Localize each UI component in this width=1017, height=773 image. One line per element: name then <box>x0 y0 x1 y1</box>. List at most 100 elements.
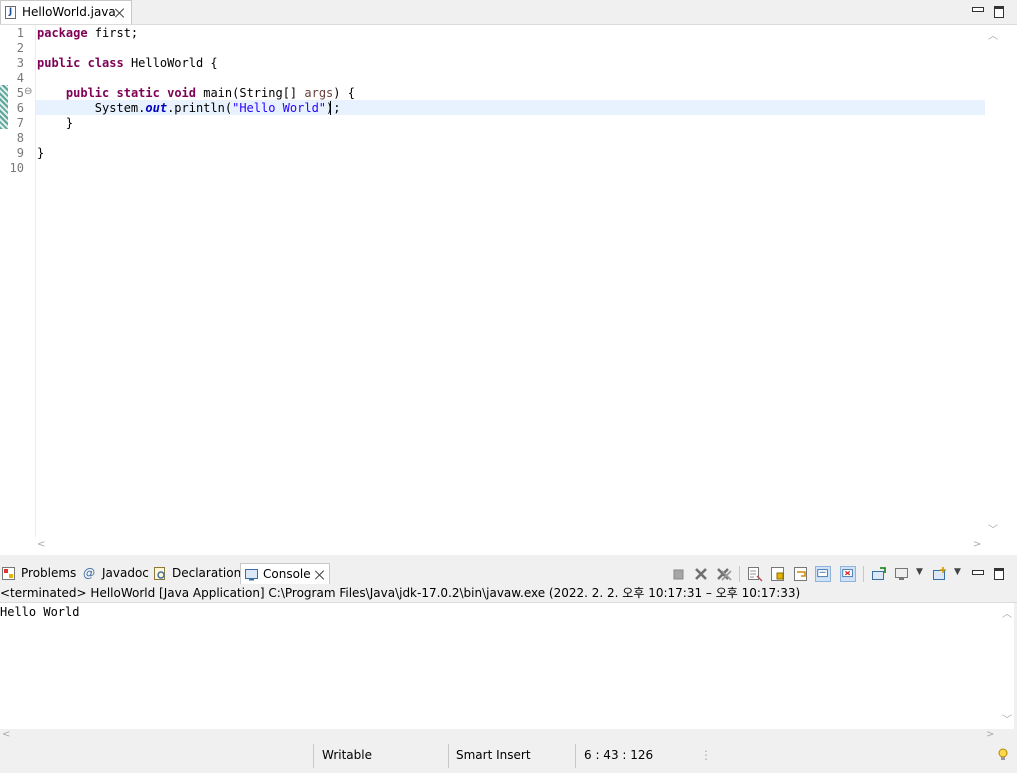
tab-javadoc-label: Javadoc <box>102 566 149 580</box>
toolbar-separator <box>739 566 740 582</box>
console-output-area[interactable]: Hello World <box>0 603 1000 729</box>
maximize-editor-icon[interactable] <box>994 6 1004 18</box>
minimize-editor-icon[interactable] <box>972 7 984 12</box>
code-editor[interactable]: 1 2 3 4 5 6 7 8 9 10 ⊖ package first; public class … <box>0 25 1017 555</box>
code-token: ) { <box>333 86 355 100</box>
chevron-down-icon[interactable]: ▼ <box>954 567 961 577</box>
scroll-lock-icon[interactable] <box>770 566 786 582</box>
scroll-right-icon[interactable]: > <box>986 729 994 740</box>
problems-icon <box>2 567 15 580</box>
remove-all-terminated-icon[interactable] <box>716 566 732 582</box>
maximize-view-icon[interactable] <box>994 568 1004 580</box>
line-number: 2 <box>16 41 24 55</box>
code-token: System. <box>37 101 146 115</box>
tab-javadoc[interactable]: @ Javadoc <box>83 563 151 584</box>
declaration-icon <box>154 567 165 580</box>
code-token: package <box>37 26 88 40</box>
code-token: ); <box>326 101 341 115</box>
status-cursor-position[interactable]: 6 : 43 : 126 <box>584 748 653 762</box>
code-token: class <box>87 56 124 70</box>
change-ruler <box>0 85 8 129</box>
scroll-right-icon[interactable]: > <box>973 539 981 550</box>
editor-horizontal-scrollbar[interactable]: < > <box>35 539 986 553</box>
editor-tab-helloworld[interactable]: J HelloWorld.java <box>0 0 132 24</box>
scroll-left-icon[interactable]: < <box>2 729 10 740</box>
console-output-text: Hello World <box>0 605 80 619</box>
tab-problems[interactable]: Problems <box>2 563 80 584</box>
open-console-icon[interactable] <box>932 566 948 582</box>
code-token: first; <box>87 26 139 40</box>
status-insert-mode[interactable]: Smart Insert <box>456 748 531 762</box>
line-number: 10 <box>9 161 24 175</box>
code-token: .println( <box>167 101 233 115</box>
lightbulb-icon[interactable] <box>998 748 1008 762</box>
tab-declaration[interactable]: Declaration <box>153 563 241 584</box>
close-icon[interactable] <box>115 8 125 18</box>
scroll-down-icon[interactable]: ﹀ <box>988 521 998 536</box>
editor-tab-bar: J HelloWorld.java <box>0 0 1017 25</box>
scroll-up-icon[interactable]: ︿ <box>988 27 998 42</box>
code-line: System.out.println("Hello World"); <box>37 101 341 116</box>
status-writable: Writable <box>322 748 372 762</box>
status-separator <box>313 744 314 768</box>
clear-console-icon[interactable] <box>747 566 763 582</box>
chevron-down-icon[interactable]: ▼ <box>916 567 923 577</box>
code-text-area[interactable]: package first; public class HelloWorld { … <box>35 25 986 537</box>
scroll-left-icon[interactable]: < <box>37 539 45 550</box>
code-token: args <box>304 86 334 100</box>
tab-console[interactable]: Console <box>240 563 330 584</box>
scroll-down-icon[interactable]: ﹀ <box>1002 711 1012 726</box>
code-line: public static void main(String[] args) { <box>37 86 355 101</box>
code-token: public <box>65 86 110 100</box>
line-number: 9 <box>16 146 24 160</box>
code-line: } <box>37 116 73 131</box>
line-number: 7 <box>16 116 24 130</box>
show-console-on-stdout-icon[interactable] <box>815 566 831 582</box>
code-token: } <box>37 116 74 130</box>
word-wrap-icon[interactable] <box>793 566 809 582</box>
display-selected-console-icon[interactable] <box>894 566 910 582</box>
console-horizontal-scrollbar[interactable]: < > <box>0 729 1000 742</box>
terminate-icon[interactable] <box>671 566 687 582</box>
console-icon <box>245 569 258 581</box>
editor-vertical-scrollbar[interactable]: ︿ ﹀ <box>986 25 1000 540</box>
line-number: 8 <box>16 131 24 145</box>
code-line: package first; <box>37 26 138 41</box>
toolbar-separator <box>863 566 864 582</box>
tab-problems-label: Problems <box>21 566 77 580</box>
editor-tab-label: HelloWorld.java <box>22 5 116 19</box>
java-file-icon: J <box>5 6 16 19</box>
close-icon[interactable] <box>315 570 325 580</box>
status-bar: Writable Smart Insert 6 : 43 : 126 ⋮ <box>0 742 1017 773</box>
line-number: 5 <box>16 86 24 100</box>
show-console-on-stderr-icon[interactable] <box>840 566 856 582</box>
tab-console-label: Console <box>263 567 311 581</box>
code-token: HelloWorld { <box>123 56 218 70</box>
code-line: } <box>37 146 44 161</box>
code-token: "Hello World" <box>232 101 327 115</box>
code-token: main(String[] <box>196 86 305 100</box>
remove-launch-icon[interactable] <box>693 566 709 582</box>
code-token: } <box>37 146 45 160</box>
code-token: out <box>145 101 168 115</box>
minimize-view-icon[interactable] <box>972 570 984 575</box>
fold-collapse-icon[interactable]: ⊖ <box>24 86 32 97</box>
line-number: 6 <box>16 101 24 115</box>
code-token: void <box>167 86 196 100</box>
status-separator <box>448 744 449 768</box>
pin-console-icon[interactable] <box>871 566 887 582</box>
line-number: 4 <box>16 71 24 85</box>
text-caret <box>330 101 331 115</box>
status-drag-handle[interactable]: ⋮ <box>700 748 712 762</box>
status-separator <box>575 744 576 768</box>
console-vertical-scrollbar[interactable]: ︿ ﹀ <box>1000 603 1014 729</box>
scroll-up-icon[interactable]: ︿ <box>1002 605 1012 620</box>
console-process-header: <terminated> HelloWorld [Java Applicatio… <box>0 585 1017 603</box>
code-token: static <box>116 86 160 100</box>
line-number: 1 <box>16 26 24 40</box>
view-tab-bar: Problems @ Javadoc Declaration Console <box>0 563 1017 584</box>
